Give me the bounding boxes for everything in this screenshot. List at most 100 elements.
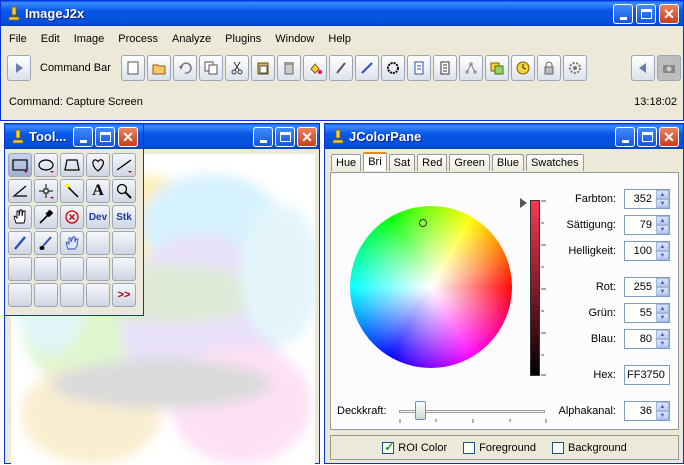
tools-maximize-button[interactable]	[95, 127, 115, 147]
lock-button[interactable]	[537, 55, 561, 81]
brightness-slider[interactable]	[530, 200, 540, 376]
image-maximize-button[interactable]	[275, 127, 295, 147]
foreground-checkbox[interactable]: Foreground	[463, 441, 536, 454]
empty-tool-slot-10[interactable]	[60, 283, 84, 307]
tools-titlebar[interactable]: Tool... ✕	[5, 124, 143, 149]
background-checkbox[interactable]: Background	[552, 441, 627, 454]
delete-button[interactable]	[277, 55, 301, 81]
dropper-tool[interactable]	[34, 205, 58, 229]
polygon-tool[interactable]	[60, 153, 84, 177]
minimize-button[interactable]	[613, 4, 633, 24]
empty-tool-slot-1[interactable]	[86, 231, 110, 255]
dev-tool[interactable]: Dev	[86, 205, 110, 229]
spin-up-icon[interactable]: ▲	[656, 304, 669, 313]
empty-tool-slot-6[interactable]	[86, 257, 110, 281]
helligkeit-spinner[interactable]: 100 ▲ ▼	[624, 241, 670, 261]
spin-up-icon[interactable]: ▲	[656, 190, 669, 199]
blau-value[interactable]: 80	[625, 333, 656, 345]
tab-hue[interactable]: Hue	[331, 154, 362, 171]
hex-input[interactable]: FF3750	[624, 365, 670, 385]
spin-down-icon[interactable]: ▼	[656, 313, 669, 322]
copy-button[interactable]	[199, 55, 223, 81]
image-close-button[interactable]: ✕	[297, 127, 317, 147]
gruen-spinner[interactable]: 55 ▲ ▼	[624, 303, 670, 323]
rot-value[interactable]: 255	[625, 281, 656, 293]
oval-tool[interactable]	[34, 153, 58, 177]
saettigung-spinner[interactable]: 79 ▲ ▼	[624, 215, 670, 235]
pencil-tool[interactable]	[8, 231, 32, 255]
text-tool[interactable]: A	[86, 179, 110, 203]
empty-tool-slot-9[interactable]	[34, 283, 58, 307]
wand-tool[interactable]	[60, 179, 84, 203]
document-button[interactable]	[407, 55, 431, 81]
paste-button[interactable]	[251, 55, 275, 81]
blau-spinner[interactable]: 80 ▲ ▼	[624, 329, 670, 349]
line-tool[interactable]	[112, 153, 136, 177]
color-maximize-button[interactable]	[637, 127, 657, 147]
options-button[interactable]	[657, 55, 681, 81]
rectangle-tool[interactable]	[8, 153, 32, 177]
tab-sat[interactable]: Sat	[388, 154, 416, 171]
clock-button[interactable]	[511, 55, 535, 81]
open-button[interactable]	[147, 55, 171, 81]
image-minimize-button[interactable]	[253, 127, 273, 147]
flood-fill-tool[interactable]	[60, 231, 84, 255]
cut-button[interactable]	[225, 55, 249, 81]
farbton-value[interactable]: 352	[625, 193, 656, 205]
spin-down-icon[interactable]: ▼	[656, 225, 669, 234]
gruen-value[interactable]: 55	[625, 307, 656, 319]
empty-tool-slot-3[interactable]	[8, 257, 32, 281]
menu-help[interactable]: Help	[321, 30, 358, 49]
checkbox-icon[interactable]	[463, 441, 476, 454]
rot-spinner[interactable]: 255 ▲ ▼	[624, 277, 670, 297]
deckkraft-slider-thumb[interactable]	[415, 401, 426, 420]
empty-tool-slot-2[interactable]	[112, 231, 136, 255]
spin-down-icon[interactable]: ▼	[656, 339, 669, 348]
zoom-tool[interactable]	[112, 179, 136, 203]
angle-tool[interactable]	[8, 179, 32, 203]
spin-up-icon[interactable]: ▲	[656, 216, 669, 225]
empty-tool-slot-5[interactable]	[60, 257, 84, 281]
point-tool[interactable]	[34, 179, 58, 203]
more-tools-button[interactable]: >>	[112, 283, 136, 307]
empty-tool-slot-7[interactable]	[112, 257, 136, 281]
select-all-button[interactable]	[381, 55, 405, 81]
color-wheel-marker[interactable]	[419, 219, 427, 227]
maximize-button[interactable]	[636, 4, 656, 24]
line-button[interactable]	[355, 55, 379, 81]
hand-tool[interactable]	[8, 205, 32, 229]
spin-up-icon[interactable]: ▲	[656, 330, 669, 339]
draw-button[interactable]	[329, 55, 353, 81]
command-bar-toggle-button[interactable]	[7, 55, 31, 81]
menu-plugins[interactable]: Plugins	[218, 30, 268, 49]
checkbox-icon[interactable]	[552, 441, 565, 454]
tab-blue[interactable]: Blue	[491, 154, 524, 171]
tab-red[interactable]: Red	[417, 154, 448, 171]
spin-up-icon[interactable]: ▲	[656, 402, 669, 411]
fill-button[interactable]	[303, 55, 327, 81]
menu-window[interactable]: Window	[268, 30, 321, 49]
tools-minimize-button[interactable]	[73, 127, 93, 147]
menu-image[interactable]: Image	[67, 30, 112, 49]
freehand-tool[interactable]	[86, 153, 110, 177]
duplicate-button[interactable]	[485, 55, 509, 81]
roi-color-checkbox[interactable]: ROI Color	[382, 440, 447, 454]
close-button[interactable]: ✕	[659, 4, 679, 24]
color-minimize-button[interactable]	[615, 127, 635, 147]
spin-down-icon[interactable]: ▼	[656, 287, 669, 296]
scroll-left-button[interactable]	[631, 55, 655, 81]
spin-down-icon[interactable]: ▼	[656, 251, 669, 260]
tab-green[interactable]: Green	[449, 154, 490, 171]
menu-analyze[interactable]: Analyze	[165, 30, 218, 49]
alpha-spinner[interactable]: 36 ▲ ▼	[624, 401, 670, 421]
stk-tool[interactable]: Stk	[112, 205, 136, 229]
empty-tool-slot-11[interactable]	[86, 283, 110, 307]
menu-process[interactable]: Process	[111, 30, 165, 49]
empty-tool-slot-8[interactable]	[8, 283, 32, 307]
color-wheel[interactable]	[350, 206, 512, 368]
new-button[interactable]	[121, 55, 145, 81]
menu-file[interactable]: File	[2, 30, 34, 49]
network-button[interactable]	[459, 55, 483, 81]
cancel-tool[interactable]	[60, 205, 84, 229]
helligkeit-value[interactable]: 100	[625, 245, 656, 257]
